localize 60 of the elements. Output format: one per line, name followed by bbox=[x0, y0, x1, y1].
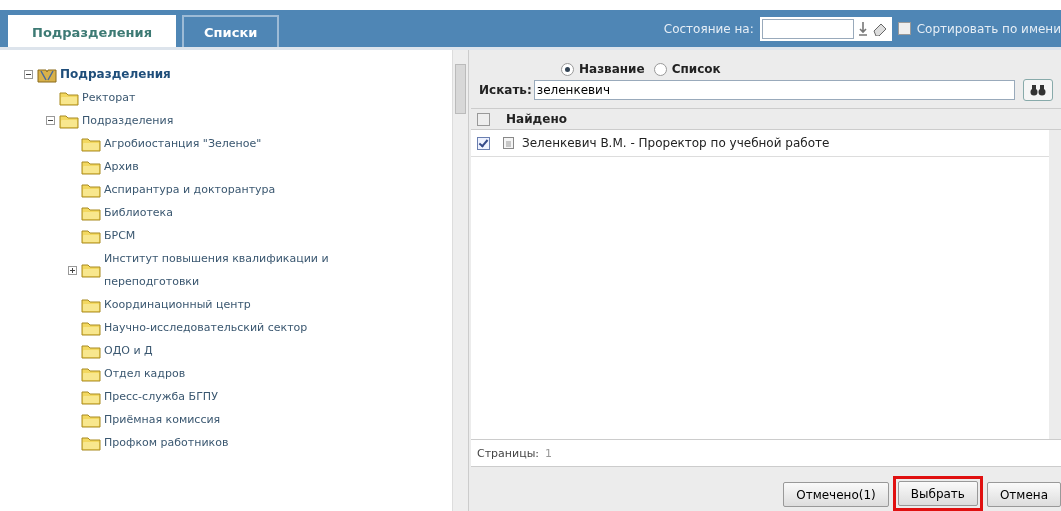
date-field[interactable] bbox=[761, 18, 854, 39]
eraser-icon[interactable] bbox=[871, 21, 888, 36]
select-all-checkbox[interactable] bbox=[477, 112, 490, 126]
pages-label: Страницы: bbox=[477, 446, 540, 460]
tree-item[interactable]: Аспирантура и докторантура bbox=[104, 178, 276, 201]
folder-icon bbox=[81, 204, 101, 221]
folder-icon bbox=[81, 434, 101, 451]
tab[interactable]: Списки bbox=[182, 15, 280, 47]
tree-item[interactable]: ОДО и Д bbox=[104, 339, 153, 362]
folder-icon bbox=[81, 342, 101, 359]
tree-item[interactable]: Архив bbox=[104, 155, 139, 178]
tree-item[interactable]: Профком работников bbox=[104, 431, 229, 454]
tree-item[interactable]: Пресс-служба БГПУ bbox=[104, 385, 218, 408]
folder-icon bbox=[81, 365, 101, 382]
folder-icon bbox=[81, 388, 101, 405]
folder-icon bbox=[81, 135, 101, 152]
folder-icon bbox=[59, 112, 79, 129]
radio-button[interactable] bbox=[653, 62, 667, 76]
document-icon bbox=[503, 137, 514, 149]
folder-icon bbox=[81, 181, 101, 198]
tree-item[interactable]: Координационный центр bbox=[104, 293, 251, 316]
folder-icon bbox=[81, 319, 101, 336]
tree-item[interactable]: Институт повышения квалификации и переподготовки bbox=[104, 247, 364, 293]
tree-item[interactable]: Приёмная комиссия bbox=[104, 408, 221, 431]
expand-icon[interactable] bbox=[68, 265, 77, 275]
radio-label[interactable]: Список bbox=[671, 62, 721, 76]
tree-item[interactable]: Подразделения bbox=[82, 109, 174, 132]
tree-item[interactable]: БРСМ bbox=[104, 224, 136, 247]
result-item[interactable]: Зеленкевич В.М. - Проректор по учебной работе bbox=[522, 136, 830, 150]
folder-icon bbox=[81, 296, 101, 313]
radio-button[interactable] bbox=[561, 62, 574, 76]
tree-item[interactable]: Ректорат bbox=[82, 86, 136, 109]
book-icon bbox=[37, 66, 57, 83]
tree-item[interactable]: Подразделения bbox=[60, 63, 171, 86]
collapse-icon[interactable] bbox=[24, 70, 33, 79]
tree-item[interactable]: Научно-исследовательский сектор bbox=[104, 316, 308, 339]
tab[interactable]: Подразделения bbox=[8, 15, 177, 47]
search-button[interactable] bbox=[1022, 79, 1053, 101]
dialog-button[interactable]: Отмечено(1) bbox=[783, 482, 889, 507]
dialog-button[interactable]: Выбрать bbox=[897, 481, 978, 506]
sort-checkbox[interactable] bbox=[897, 22, 911, 35]
folder-icon bbox=[81, 411, 101, 428]
binoculars-icon bbox=[1029, 83, 1046, 97]
search-field[interactable]: зеленкевич bbox=[533, 80, 1015, 100]
sort-label: Сортировать по имени bbox=[916, 21, 1061, 36]
date-label: Состояние на: bbox=[663, 21, 754, 36]
radio-label[interactable]: Название bbox=[579, 62, 645, 76]
tree-item[interactable]: Библиотека bbox=[104, 201, 173, 224]
column-header: Найдено bbox=[506, 112, 567, 126]
folder-icon bbox=[81, 262, 101, 278]
tree-item[interactable]: Отдел кадров bbox=[104, 362, 186, 385]
tree-item[interactable]: Агробиостанция "Зеленое" bbox=[104, 132, 262, 155]
folder-icon bbox=[81, 227, 101, 244]
collapse-icon[interactable] bbox=[46, 116, 55, 125]
folder-icon bbox=[59, 89, 79, 106]
dialog-button[interactable]: Отмена bbox=[986, 482, 1061, 507]
scrollbar[interactable] bbox=[452, 50, 468, 511]
folder-icon bbox=[81, 158, 101, 175]
search-label: Искать: bbox=[479, 83, 532, 97]
row-checkbox[interactable] bbox=[477, 136, 490, 150]
